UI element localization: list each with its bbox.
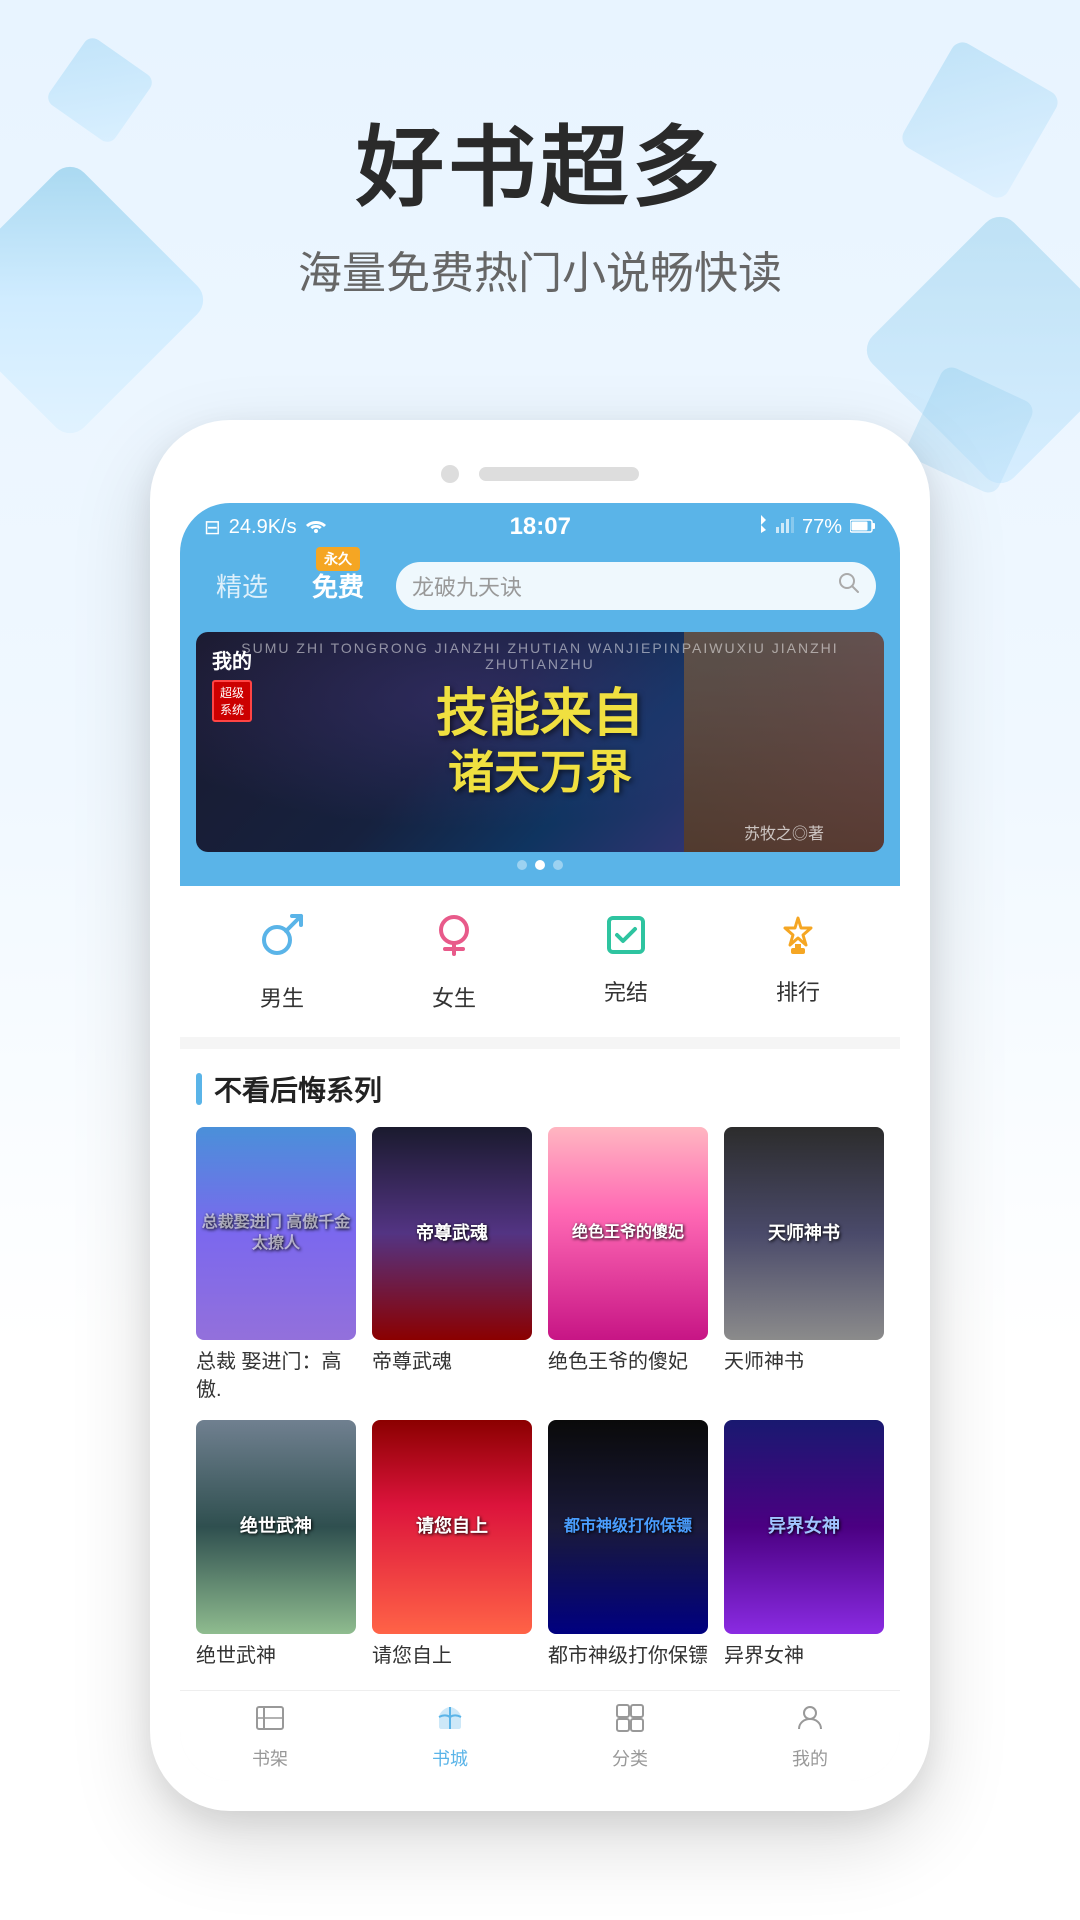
category-female-label: 女生 (432, 981, 476, 1013)
book-item-5[interactable]: 绝世武神 绝世武神 (196, 1420, 356, 1669)
book-cover-img-1: 总裁娶进门 高傲千金太撩人 (196, 1127, 356, 1340)
book-title-6: 请您自上 (372, 1642, 532, 1670)
bookshelf-label: 书架 (252, 1745, 288, 1771)
book-title-4: 天师神书 (724, 1348, 884, 1376)
book-title-3: 绝色王爷的傻妃 (548, 1348, 708, 1376)
notch-dot (441, 465, 459, 483)
book-cover-img-5: 绝世武神 (196, 1420, 356, 1633)
notch-bar (479, 467, 639, 481)
book-cover-5: 绝世武神 (196, 1420, 356, 1633)
book-title-5: 绝世武神 (196, 1642, 356, 1670)
book-title-8: 异界女神 (724, 1642, 884, 1670)
battery-icon (850, 516, 876, 539)
signal-bars-icon (776, 516, 794, 539)
banner-author: 苏牧之◎著 (744, 820, 824, 844)
free-badge: 永久 (316, 547, 360, 571)
battery-text: 77% (802, 516, 842, 539)
book-cover-8: 异界女神 (724, 1420, 884, 1633)
nav-mine[interactable]: 我的 (792, 1703, 828, 1771)
book-cover-7: 都市神级打你保镖 (548, 1420, 708, 1633)
banner-subtitle-text: SUMU ZHI TONGRONG JIANZHI ZHUTIAN WANJIE… (196, 640, 884, 672)
category-row: 男生 女生 (180, 886, 900, 1037)
book-section: 不看后悔系列 总裁娶进门 高傲千金太撩人 总裁 娶进门：高傲. (180, 1049, 900, 1690)
section-accent (196, 1073, 202, 1105)
complete-icon (601, 910, 651, 965)
bookstore-label: 书城 (432, 1745, 468, 1771)
hero-subtitle: 海量免费热门小说畅快读 (0, 237, 1080, 301)
category-icon (615, 1703, 645, 1741)
book-item-3[interactable]: 绝色王爷的傻妃 绝色王爷的傻妃 (548, 1127, 708, 1404)
tab-curated[interactable]: 精选 (204, 561, 280, 610)
section-header: 不看后悔系列 (196, 1069, 884, 1109)
banner-image[interactable]: 我的 超级系统 技能来自 诸天万界 苏牧之◎著 (196, 632, 884, 852)
bookstore-icon (435, 1703, 465, 1741)
book-cover-img-4: 天师神书 (724, 1127, 884, 1340)
phone-outer: ⊟ 24.9K/s 18:07 (150, 420, 930, 1811)
category-rank-label: 排行 (776, 975, 820, 1007)
book-title-1: 总裁 娶进门：高傲. (196, 1348, 356, 1404)
status-time: 18:07 (510, 513, 571, 541)
book-cover-img-8: 异界女神 (724, 1420, 884, 1633)
category-complete-label: 完结 (604, 975, 648, 1007)
book-title-2: 帝尊武魂 (372, 1348, 532, 1376)
book-cover-4: 天师神书 (724, 1127, 884, 1340)
nav-bookstore[interactable]: 书城 (432, 1703, 468, 1771)
nav-tabs: 精选 免费 永久 龙破九天诀 (180, 551, 900, 624)
book-cover-3: 绝色王爷的傻妃 (548, 1127, 708, 1340)
book-item-8[interactable]: 异界女神 异界女神 (724, 1420, 884, 1669)
status-right: 77% (754, 514, 876, 540)
section-title: 不看后悔系列 (214, 1069, 382, 1109)
hero-section: 好书超多 海量免费热门小说畅快读 (0, 120, 1080, 301)
search-icon[interactable] (838, 572, 860, 600)
book-cover-1: 总裁娶进门 高傲千金太撩人 (196, 1127, 356, 1340)
bookshelf-icon (255, 1703, 285, 1741)
tab-free[interactable]: 免费 永久 (300, 561, 376, 610)
book-cover-img-7: 都市神级打你保镖 (548, 1420, 708, 1633)
banner-dot-2 (535, 860, 545, 870)
status-bar: ⊟ 24.9K/s 18:07 (180, 503, 900, 551)
book-title-7: 都市神级打你保镖 (548, 1642, 708, 1670)
book-item-2[interactable]: 帝尊武魂 帝尊武魂 (372, 1127, 532, 1404)
mine-label: 我的 (792, 1745, 828, 1771)
category-label: 分类 (612, 1745, 648, 1771)
book-item-7[interactable]: 都市神级打你保镖 都市神级打你保镖 (548, 1420, 708, 1669)
category-rank[interactable]: 排行 (773, 910, 823, 1013)
wifi-icon (305, 516, 327, 539)
phone-notch (180, 450, 900, 503)
banner-dots (180, 860, 900, 870)
book-cover-img-3: 绝色王爷的傻妃 (548, 1127, 708, 1340)
hero-title: 好书超多 (0, 120, 1080, 217)
category-female[interactable]: 女生 (429, 910, 479, 1013)
category-complete[interactable]: 完结 (601, 910, 651, 1013)
male-icon (257, 910, 307, 971)
nav-category[interactable]: 分类 (612, 1703, 648, 1771)
signal-icon: ⊟ (204, 515, 221, 540)
status-left: ⊟ 24.9K/s (204, 515, 327, 540)
banner-area: 我的 超级系统 技能来自 诸天万界 苏牧之◎著 (180, 624, 900, 886)
category-male-label: 男生 (260, 981, 304, 1013)
book-cover-img-6: 请您自上 (372, 1420, 532, 1633)
mine-icon (795, 1703, 825, 1741)
book-cover-2: 帝尊武魂 (372, 1127, 532, 1340)
search-bar[interactable]: 龙破九天诀 (396, 562, 876, 610)
rank-icon (773, 910, 823, 965)
signal-text: 24.9K/s (229, 516, 297, 539)
book-item-6[interactable]: 请您自上 请您自上 (372, 1420, 532, 1669)
female-icon (429, 910, 479, 971)
nav-bookshelf[interactable]: 书架 (252, 1703, 288, 1771)
book-item-4[interactable]: 天师神书 天师神书 (724, 1127, 884, 1404)
banner-dot-1 (517, 860, 527, 870)
book-grid: 总裁娶进门 高傲千金太撩人 总裁 娶进门：高傲. 帝尊武魂 帝尊武魂 (196, 1127, 884, 1670)
category-male[interactable]: 男生 (257, 910, 307, 1013)
book-cover-6: 请您自上 (372, 1420, 532, 1633)
book-item-1[interactable]: 总裁娶进门 高傲千金太撩人 总裁 娶进门：高傲. (196, 1127, 356, 1404)
banner-dot-3 (553, 860, 563, 870)
bottom-nav: 书架 书城 (180, 1690, 900, 1781)
phone-mockup: ⊟ 24.9K/s 18:07 (150, 420, 930, 1811)
phone-screen: ⊟ 24.9K/s 18:07 (180, 503, 900, 1781)
bluetooth-icon (754, 514, 768, 540)
search-placeholder: 龙破九天诀 (412, 570, 828, 602)
book-cover-img-2: 帝尊武魂 (372, 1127, 532, 1340)
